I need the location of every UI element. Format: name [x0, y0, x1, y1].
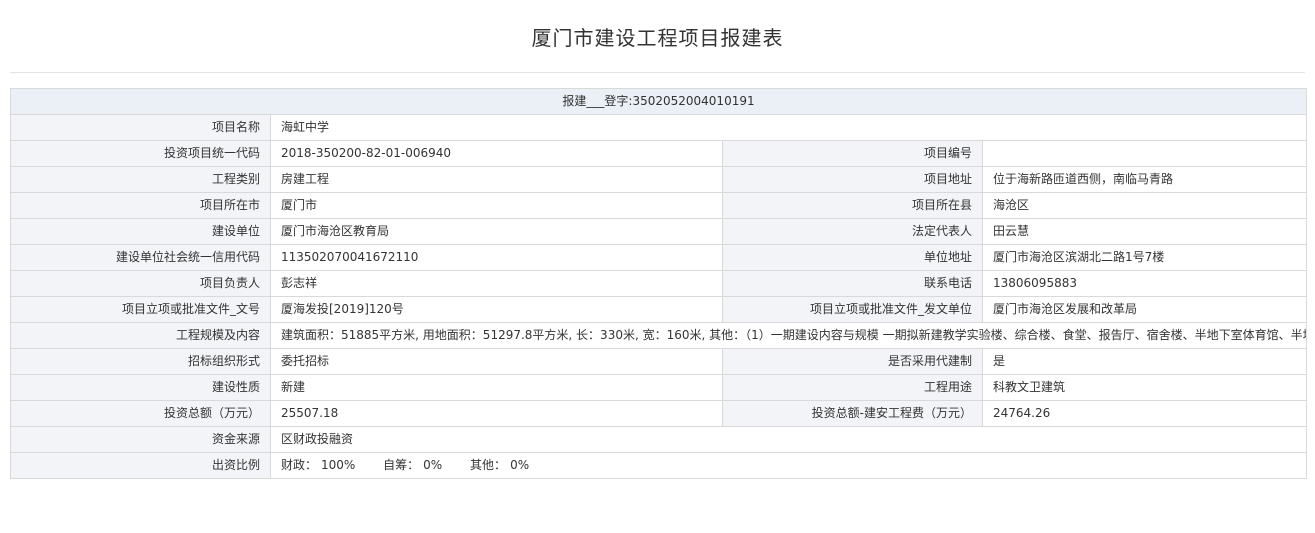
finance-ratio-value: 100% [321, 458, 356, 472]
builder-label: 建设单位 [10, 218, 271, 245]
table-row: 工程规模及内容 建筑面积：51885平方米, 用地面积：51297.8平方米, … [10, 322, 1308, 349]
approval-unit-label: 项目立项或批准文件_发文单位 [722, 296, 983, 323]
credit-code-value: 113502070041672110 [270, 244, 723, 271]
fund-source-value: 区财政投融资 [269, 426, 1308, 453]
total-invest-value: 25507.18 [270, 400, 723, 427]
table-row: 招标组织形式 委托招标 是否采用代建制 是 [10, 348, 1308, 375]
finance-ratio: 财政： 100% [281, 458, 359, 472]
phone-label: 联系电话 [722, 270, 983, 297]
usage-value: 科教文卫建筑 [981, 374, 1308, 401]
project-name-label: 项目名称 [10, 114, 271, 141]
manager-value: 彭志祥 [270, 270, 723, 297]
invest-code-value: 2018-350200-82-01-006940 [270, 140, 723, 167]
table-row: 项目所在市 厦门市 项目所在县 海沧区 [10, 192, 1308, 219]
table-row: 工程类别 房建工程 项目地址 位于海新路匝道西侧，南临马青路 [10, 166, 1308, 193]
category-value: 房建工程 [270, 166, 723, 193]
total-invest-label: 投资总额（万元） [10, 400, 271, 427]
table-row: 项目名称 海虹中学 [10, 114, 1308, 141]
registration-label: 报建___登字: [562, 94, 633, 108]
city-value: 厦门市 [270, 192, 723, 219]
table-row: 资金来源 区财政投融资 [10, 426, 1308, 453]
agent-system-label: 是否采用代建制 [722, 348, 983, 375]
address-value: 位于海新路匝道西侧，南临马青路 [981, 166, 1308, 193]
table-row: 项目立项或批准文件_文号 厦海发投[2019]120号 项目立项或批准文件_发文… [10, 296, 1308, 323]
manager-label: 项目负责人 [10, 270, 271, 297]
nature-value: 新建 [270, 374, 723, 401]
unit-address-value: 厦门市海沧区滨湖北二路1号7楼 [981, 244, 1308, 271]
unit-address-label: 单位地址 [722, 244, 983, 271]
finance-ratio-label: 财政： [281, 458, 318, 472]
self-ratio-value: 0% [423, 458, 443, 472]
approval-doc-value: 厦海发投[2019]120号 [270, 296, 723, 323]
approval-doc-label: 项目立项或批准文件_文号 [10, 296, 271, 323]
registration-number: 3502052004010191 [632, 94, 755, 108]
other-ratio-value: 0% [510, 458, 530, 472]
fund-ratio-value: 财政： 100% 自筹： 0% 其他： 0% [269, 452, 1308, 479]
install-cost-value: 24764.26 [981, 400, 1308, 427]
table-row: 出资比例 财政： 100% 自筹： 0% 其他： 0% [10, 452, 1308, 479]
install-cost-label: 投资总额-建安工程费（万元） [722, 400, 983, 427]
nature-label: 建设性质 [10, 374, 271, 401]
builder-value: 厦门市海沧区教育局 [270, 218, 723, 245]
table-row: 建设性质 新建 工程用途 科教文卫建筑 [10, 374, 1308, 401]
registration-row: 报建___登字:3502052004010191 [9, 88, 1308, 115]
fund-ratio-label: 出资比例 [10, 452, 271, 479]
legal-rep-label: 法定代表人 [722, 218, 983, 245]
agent-system-value: 是 [981, 348, 1308, 375]
bidding-label: 招标组织形式 [10, 348, 271, 375]
scale-label: 工程规模及内容 [10, 322, 271, 349]
registration-number-cell: 报建___登字:3502052004010191 [9, 88, 1308, 115]
self-ratio-label: 自筹： [383, 458, 420, 472]
category-label: 工程类别 [10, 166, 271, 193]
county-label: 项目所在县 [722, 192, 983, 219]
invest-code-label: 投资项目统一代码 [10, 140, 271, 167]
address-label: 项目地址 [722, 166, 983, 193]
other-ratio-label: 其他： [470, 458, 507, 472]
bidding-value: 委托招标 [270, 348, 723, 375]
table-row: 投资项目统一代码 2018-350200-82-01-006940 项目编号 [10, 140, 1308, 167]
page-title: 厦门市建设工程项目报建表 [531, 26, 784, 50]
self-ratio: 自筹： 0% [383, 458, 446, 472]
table-row: 建设单位社会统一信用代码 113502070041672110 单位地址 厦门市… [10, 244, 1308, 271]
other-ratio: 其他： 0% [470, 458, 533, 472]
approval-unit-value: 厦门市海沧区发展和改革局 [981, 296, 1308, 323]
table-row: 建设单位 厦门市海沧区教育局 法定代表人 田云慧 [10, 218, 1308, 245]
project-no-value [981, 140, 1308, 167]
title-divider [10, 72, 1305, 73]
table-row: 项目负责人 彭志祥 联系电话 13806095883 [10, 270, 1308, 297]
project-name-value: 海虹中学 [269, 114, 1308, 141]
city-label: 项目所在市 [10, 192, 271, 219]
credit-code-label: 建设单位社会统一信用代码 [10, 244, 271, 271]
scale-value: 建筑面积：51885平方米, 用地面积：51297.8平方米, 长：330米, … [269, 322, 1308, 349]
fund-source-label: 资金来源 [10, 426, 271, 453]
phone-value: 13806095883 [981, 270, 1308, 297]
project-registration-table: 报建___登字:3502052004010191 项目名称 海虹中学 投资项目统… [9, 88, 1308, 479]
usage-label: 工程用途 [722, 374, 983, 401]
county-value: 海沧区 [981, 192, 1308, 219]
project-no-label: 项目编号 [722, 140, 983, 167]
legal-rep-value: 田云慧 [981, 218, 1308, 245]
table-row: 投资总额（万元） 25507.18 投资总额-建安工程费（万元） 24764.2… [10, 400, 1308, 427]
